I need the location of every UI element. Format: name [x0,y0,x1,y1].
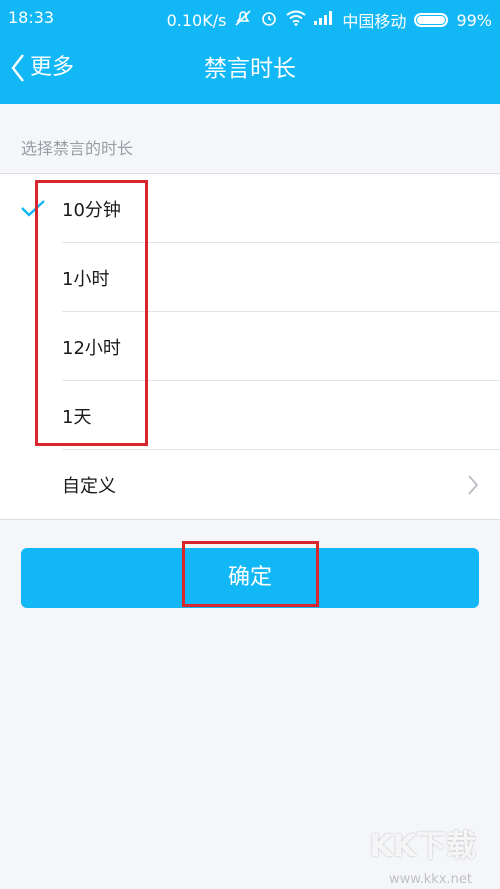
section-label: 选择禁言的时长 [21,139,134,158]
option-label: 1小时 [62,269,110,290]
checkmark-icon [20,199,46,221]
option-12-hours[interactable]: 12小时 [0,312,500,381]
nav-bar: 更多 禁言时长 [0,36,500,104]
option-custom[interactable]: 自定义 [0,450,500,519]
signal-icon [314,11,334,29]
option-label: 10分钟 [62,200,121,221]
battery-level: 99% [456,10,492,30]
chevron-right-icon [467,474,479,500]
confirm-button[interactable]: 确定 [21,548,479,608]
option-label: 12小时 [62,338,121,359]
mute-icon [234,9,252,31]
wifi-icon [286,10,307,30]
watermark-logo: KK下载 [369,829,477,864]
option-1-hour[interactable]: 1小时 [0,243,500,312]
page-title: 禁言时长 [204,56,296,82]
custom-label: 自定义 [62,476,116,497]
duration-list: 10分钟 1小时 12小时 1天 自定义 [0,173,500,520]
option-10-minutes[interactable]: 10分钟 [0,174,500,243]
carrier-name: 中国移动 [342,12,407,31]
option-1-day[interactable]: 1天 [0,381,500,450]
alarm-icon [260,9,278,31]
status-time: 18:33 [8,8,55,27]
app-header: 18:33 0.10K/s 中国移动 99% 更多 禁言时长 [0,0,500,104]
option-label: 1天 [62,407,92,428]
network-speed: 0.10K/s [166,10,227,30]
battery-icon [414,13,449,27]
status-bar: 18:33 0.10K/s 中国移动 99% [0,0,500,36]
status-right: 0.10K/s 中国移动 99% [167,8,492,32]
watermark-url: www.kkx.net [388,872,472,887]
